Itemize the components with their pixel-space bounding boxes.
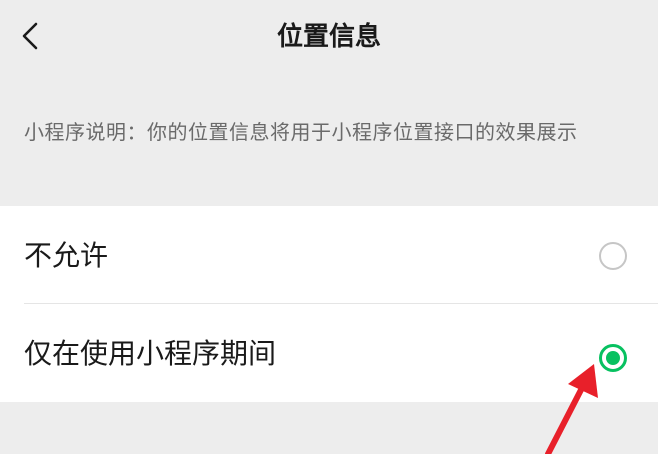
options-list: 不允许 仅在使用小程序期间	[0, 206, 658, 402]
option-label: 不允许	[24, 239, 109, 272]
location-permission-page: 位置信息 小程序说明：你的位置信息将用于小程序位置接口的效果展示 不允许 仅在使…	[0, 0, 658, 454]
nav-bar: 位置信息	[0, 0, 658, 78]
page-title: 位置信息	[276, 22, 381, 52]
description-text: 小程序说明：你的位置信息将用于小程序位置接口的效果展示	[24, 120, 578, 144]
radio-checked-icon[interactable]	[599, 344, 627, 372]
radio-dot	[606, 351, 620, 365]
option-label: 仅在使用小程序期间	[24, 337, 277, 370]
radio-unchecked-icon[interactable]	[599, 242, 627, 270]
option-while-using[interactable]: 仅在使用小程序期间	[0, 304, 658, 402]
option-disallow[interactable]: 不允许	[0, 206, 658, 304]
